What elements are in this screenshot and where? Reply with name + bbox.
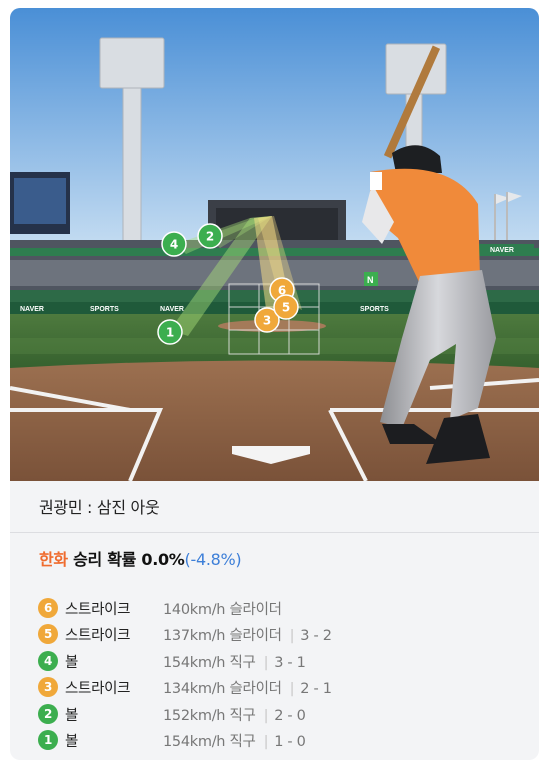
- pitch-kind: 슬라이더: [229, 628, 282, 645]
- pitch-kind: 직구: [229, 654, 256, 671]
- svg-text:NAVER: NAVER: [490, 247, 514, 254]
- divider: |: [289, 628, 295, 645]
- svg-text:2: 2: [206, 230, 214, 244]
- pitch-marker-5: 5: [273, 294, 299, 320]
- pitch-speed: 140km/h: [163, 602, 226, 618]
- svg-text:SPORTS: SPORTS: [360, 306, 389, 313]
- pitch-speed: 154km/h: [163, 733, 226, 750]
- pitch-result: 볼: [65, 654, 79, 671]
- pitch-detail: 154km/h 직구 | 3 - 1: [163, 651, 306, 672]
- svg-text:3: 3: [263, 314, 271, 328]
- svg-text:4: 4: [170, 238, 178, 252]
- pitch-result: 볼: [65, 707, 79, 724]
- pitch-number-badge: 6: [38, 598, 58, 618]
- pitch-result: 스트라이크: [65, 602, 131, 618]
- pitch-result: 스트라이크: [65, 681, 131, 698]
- pitch-kind: 슬라이더: [229, 602, 282, 618]
- pitch-count: 1 - 0: [274, 733, 306, 750]
- pitch-kind: 직구: [229, 733, 256, 750]
- pitch-count: 3 - 2: [300, 628, 332, 645]
- divider: |: [263, 654, 269, 671]
- pitch-number-badge: 2: [38, 703, 58, 724]
- svg-text:NAVER: NAVER: [160, 306, 184, 313]
- stadium-screen: [10, 172, 70, 234]
- divider: |: [289, 681, 295, 698]
- pitch-row: 6 스트라이크 140km/h 슬라이더: [38, 596, 528, 622]
- pitch-detail: 137km/h 슬라이더 | 3 - 2: [163, 624, 332, 645]
- pitch-marker-2: 2: [197, 223, 223, 249]
- pitch-result: 스트라이크: [65, 628, 131, 645]
- pitch-detail: 152km/h 직구 | 2 - 0: [163, 704, 306, 725]
- pitch-kind: 직구: [229, 707, 256, 724]
- pitch-number-badge: 4: [38, 650, 58, 671]
- pitch-speed: 137km/h: [163, 628, 226, 645]
- win-probability-label: 승리 확률: [73, 550, 137, 569]
- svg-text:1: 1: [166, 326, 174, 340]
- result-text: 권광민 : 삼진 아웃: [39, 498, 160, 517]
- win-probability-delta: (-4.8%): [184, 550, 242, 569]
- pitch-speed: 134km/h: [163, 681, 226, 698]
- pitch-number-badge: 5: [38, 624, 58, 645]
- pitch-marker-1: 1: [157, 319, 183, 345]
- svg-text:N: N: [367, 275, 374, 285]
- pitch-location-scene: NAVER SPORTS NAVER SPORTS NAVER NAVER N: [10, 8, 539, 481]
- pitch-detail: 140km/h 슬라이더: [163, 598, 282, 619]
- pitch-list: 6 스트라이크 140km/h 슬라이더 5 스트라이크 137km/h 슬라이…: [38, 596, 528, 754]
- divider: |: [263, 733, 269, 750]
- pitch-count: 2 - 0: [274, 707, 306, 724]
- pitch-number-badge: 3: [38, 677, 58, 698]
- pitch-result: 볼: [65, 733, 79, 750]
- pitch-row: 1 볼 154km/h 직구 | 1 - 0: [38, 728, 528, 754]
- pitch-count: 2 - 1: [300, 681, 332, 698]
- pitch-number-badge: 1: [38, 729, 58, 750]
- pitch-speed: 154km/h: [163, 654, 226, 671]
- divider: |: [263, 707, 269, 724]
- pitch-marker-4: 4: [161, 231, 187, 257]
- pitch-row: 3 스트라이크 134km/h 슬라이더 | 2 - 1: [38, 675, 528, 701]
- pitch-kind: 슬라이더: [229, 681, 282, 698]
- pitch-row: 4 볼 154km/h 직구 | 3 - 1: [38, 649, 528, 675]
- win-probability: 한화 승리 확률 0.0%(-4.8%): [39, 546, 242, 570]
- svg-text:NAVER: NAVER: [20, 306, 44, 313]
- win-probability-value: 0.0%: [141, 550, 185, 569]
- pitch-row: 2 볼 152km/h 직구 | 2 - 0: [38, 702, 528, 728]
- pitch-row: 5 스트라이크 137km/h 슬라이더 | 3 - 2: [38, 622, 528, 648]
- pitch-speed: 152km/h: [163, 707, 226, 724]
- svg-text:SPORTS: SPORTS: [90, 306, 119, 313]
- team-name: 한화: [39, 550, 68, 569]
- game-card: NAVER SPORTS NAVER SPORTS NAVER NAVER N: [10, 8, 539, 760]
- at-bat-result: 권광민 : 삼진 아웃: [10, 481, 539, 533]
- svg-text:5: 5: [282, 301, 290, 315]
- pitch-detail: 154km/h 직구 | 1 - 0: [163, 730, 306, 751]
- pitch-detail: 134km/h 슬라이더 | 2 - 1: [163, 677, 332, 698]
- pitch-count: 3 - 1: [274, 654, 306, 671]
